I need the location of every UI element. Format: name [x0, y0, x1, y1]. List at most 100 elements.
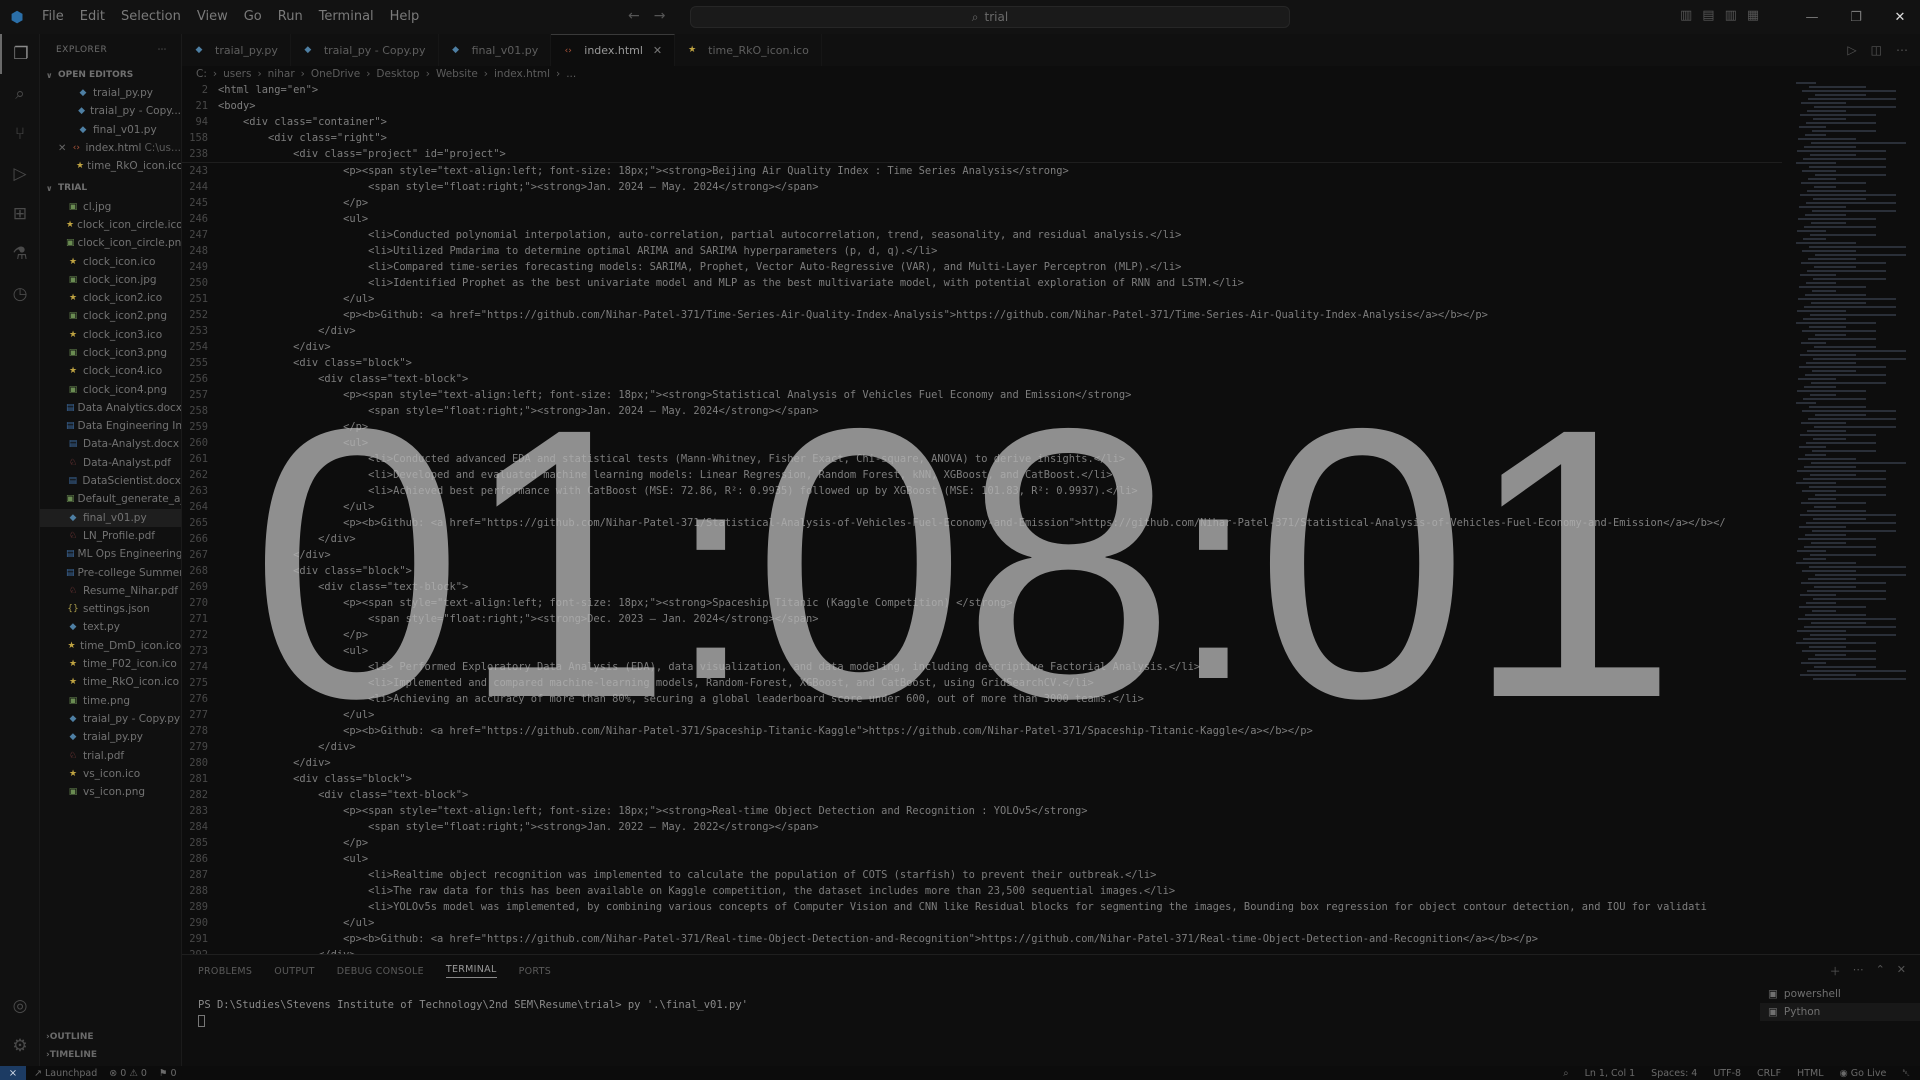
file-tree-item[interactable]: ▣ clock_icon4.png: [40, 380, 181, 398]
split-editor-icon[interactable]: ◫: [1871, 43, 1882, 57]
file-tree-item[interactable]: ▤Pre-college Summer ...: [40, 563, 181, 581]
toggle-panel-icon[interactable]: ▤: [1702, 8, 1714, 23]
outline-section[interactable]: › OUTLINE: [40, 1028, 181, 1046]
close-panel-icon[interactable]: ✕: [1897, 963, 1906, 979]
file-tree-item[interactable]: ▣ clock_icon_circle.png: [40, 234, 181, 252]
open-editor-item[interactable]: ✕ ‹› index.html C:\us...: [40, 139, 181, 157]
forward-arrow-icon[interactable]: →: [654, 8, 666, 24]
toggle-sidebar-icon[interactable]: ▥: [1680, 8, 1692, 23]
search-view-icon[interactable]: ⌕: [0, 74, 40, 114]
zoom-icon[interactable]: ⌕: [1563, 1068, 1568, 1079]
tab-index-html[interactable]: ‹› index.html ✕: [551, 34, 676, 66]
tab-traial-py-py[interactable]: ◆ traial_py.py: [182, 34, 291, 66]
file-tree-item[interactable]: {} settings.json: [40, 600, 181, 618]
more-actions-icon[interactable]: ⋯: [158, 45, 168, 55]
encoding[interactable]: UTF-8: [1713, 1068, 1741, 1079]
file-tree-item[interactable]: ★ time_RkO_icon.ico: [40, 673, 181, 691]
command-center-search[interactable]: ⌕ trial: [690, 6, 1290, 28]
breadcrumb-item[interactable]: nihar: [268, 68, 295, 80]
menu-item-terminal[interactable]: Terminal: [311, 0, 382, 34]
file-tree-item[interactable]: ★ clock_icon_circle.ico: [40, 216, 181, 234]
terminal-instance[interactable]: ▣ Python: [1760, 1003, 1920, 1021]
file-tree-item[interactable]: ♘ LN_Profile.pdf: [40, 527, 181, 545]
new-terminal-icon[interactable]: ＋: [1830, 963, 1841, 979]
file-tree-item[interactable]: ▣ clock_icon3.png: [40, 344, 181, 362]
menu-item-help[interactable]: Help: [382, 0, 428, 34]
file-tree-item[interactable]: ★ time_F02_icon.ico: [40, 655, 181, 673]
menu-item-view[interactable]: View: [189, 0, 236, 34]
open-editor-item[interactable]: ★ time_RkO_icon.ico: [40, 157, 181, 175]
timeline-section[interactable]: › TIMELINE: [40, 1046, 181, 1064]
file-tree-item[interactable]: ★ vs_icon.ico: [40, 765, 181, 783]
file-tree-item[interactable]: ★ clock_icon.ico: [40, 252, 181, 270]
line-ending[interactable]: CRLF: [1757, 1068, 1781, 1079]
file-tree-item[interactable]: ▣ clock_icon2.png: [40, 307, 181, 325]
terminal-instance[interactable]: ▣ powershell: [1760, 985, 1920, 1003]
menu-item-selection[interactable]: Selection: [113, 0, 189, 34]
breadcrumb-item[interactable]: OneDrive: [311, 68, 360, 80]
menu-item-edit[interactable]: Edit: [72, 0, 113, 34]
maximize-panel-icon[interactable]: ⌃: [1876, 963, 1885, 979]
toggle-secondary-sidebar-icon[interactable]: ▥: [1725, 8, 1737, 23]
file-tree-item[interactable]: ★ clock_icon4.ico: [40, 362, 181, 380]
tab-time-rko-icon-ico[interactable]: ★ time_RkO_icon.ico: [675, 34, 822, 66]
open-editor-item[interactable]: ◆ traial_py.py: [40, 84, 181, 102]
breadcrumb-item[interactable]: Desktop: [376, 68, 419, 80]
settings-gear-icon[interactable]: ⚙: [0, 1026, 40, 1066]
minimize-icon[interactable]: —: [1790, 10, 1834, 25]
indentation[interactable]: Spaces: 4: [1651, 1068, 1697, 1079]
trial-folder-section[interactable]: ∨ TRIAL: [40, 179, 181, 197]
file-tree-item[interactable]: ▣ vs_icon.png: [40, 783, 181, 801]
extensions-icon[interactable]: ⊞: [0, 194, 40, 234]
open-editors-section[interactable]: ∨ OPEN EDITORS: [40, 66, 181, 84]
terminal-output[interactable]: PS D:\Studies\Stevens Institute of Techn…: [198, 999, 748, 1011]
file-tree-item[interactable]: ◆ traial_py.py: [40, 728, 181, 746]
account-icon[interactable]: ◎: [0, 986, 40, 1026]
go-live-button[interactable]: ◉ Go Live: [1839, 1068, 1886, 1079]
file-tree-item[interactable]: ▤ML Ops Engineering...: [40, 545, 181, 563]
tab-traial-py-copy-py[interactable]: ◆ traial_py - Copy.py: [291, 34, 439, 66]
notifications-bell-icon[interactable]: ␇: [1902, 1068, 1910, 1079]
remote-indicator-icon[interactable]: ⨯: [0, 1066, 26, 1080]
file-tree-item[interactable]: ▣Default_generate_a_v...: [40, 490, 181, 508]
close-icon[interactable]: ✕: [58, 143, 70, 154]
file-tree-item[interactable]: ◆ final_v01.py: [40, 508, 181, 527]
file-tree-item[interactable]: ♘ Data-Analyst.pdf: [40, 454, 181, 472]
file-tree-item[interactable]: ▣ cl.jpg: [40, 197, 181, 215]
run-debug-icon[interactable]: ▷: [0, 154, 40, 194]
file-tree-item[interactable]: ▤Data Engineering Inte...: [40, 417, 181, 435]
breadcrumb-item[interactable]: users: [223, 68, 251, 80]
breadcrumb-item[interactable]: C:: [196, 68, 207, 80]
launchpad-item[interactable]: ↗ Launchpad: [34, 1068, 97, 1079]
customize-layout-icon[interactable]: ▦: [1747, 8, 1759, 23]
close-tab-icon[interactable]: ✕: [653, 44, 662, 57]
panel-tab-problems[interactable]: PROBLEMS: [198, 966, 252, 977]
testing-flask-icon[interactable]: ⚗: [0, 234, 40, 274]
open-editor-item[interactable]: ◆ traial_py - Copy...: [40, 102, 181, 120]
menu-item-run[interactable]: Run: [270, 0, 311, 34]
problems-indicator[interactable]: ⊗ 0 ⚠ 0: [109, 1068, 147, 1079]
file-tree-item[interactable]: ◆ traial_py - Copy.py: [40, 710, 181, 728]
more-actions-icon[interactable]: ⋯: [1896, 43, 1908, 57]
breadcrumb-item[interactable]: ...: [566, 68, 576, 80]
file-tree-item[interactable]: ▤ DataScientist.docx: [40, 472, 181, 490]
file-tree-item[interactable]: ★ clock_icon3.ico: [40, 326, 181, 344]
back-arrow-icon[interactable]: ←: [628, 8, 640, 24]
minimap[interactable]: [1796, 82, 1906, 782]
file-tree-item[interactable]: ▤ Data Analytics.docx: [40, 399, 181, 417]
code-editor[interactable]: 2 <html lang="en"> 21 <body> 94 <div class="…: [182, 82, 1782, 954]
file-tree-item[interactable]: ◆ text.py: [40, 618, 181, 636]
menu-item-file[interactable]: File: [34, 0, 72, 34]
panel-tab-output[interactable]: OUTPUT: [274, 966, 315, 977]
breadcrumb-item[interactable]: Website: [436, 68, 478, 80]
panel-tab-terminal[interactable]: TERMINAL: [445, 964, 497, 978]
file-tree-item[interactable]: ▣ time.png: [40, 692, 181, 710]
language-mode[interactable]: HTML: [1797, 1068, 1823, 1079]
cursor-position[interactable]: Ln 1, Col 1: [1585, 1068, 1636, 1079]
open-editor-item[interactable]: ◆ final_v01.py: [40, 121, 181, 139]
breadcrumb-item[interactable]: index.html: [494, 68, 550, 80]
file-tree-item[interactable]: ★ clock_icon2.ico: [40, 289, 181, 307]
more-actions-icon[interactable]: ⋯: [1853, 963, 1864, 979]
panel-tab-debug-console[interactable]: DEBUG CONSOLE: [337, 966, 424, 977]
source-control-icon[interactable]: ⑂: [0, 114, 40, 154]
